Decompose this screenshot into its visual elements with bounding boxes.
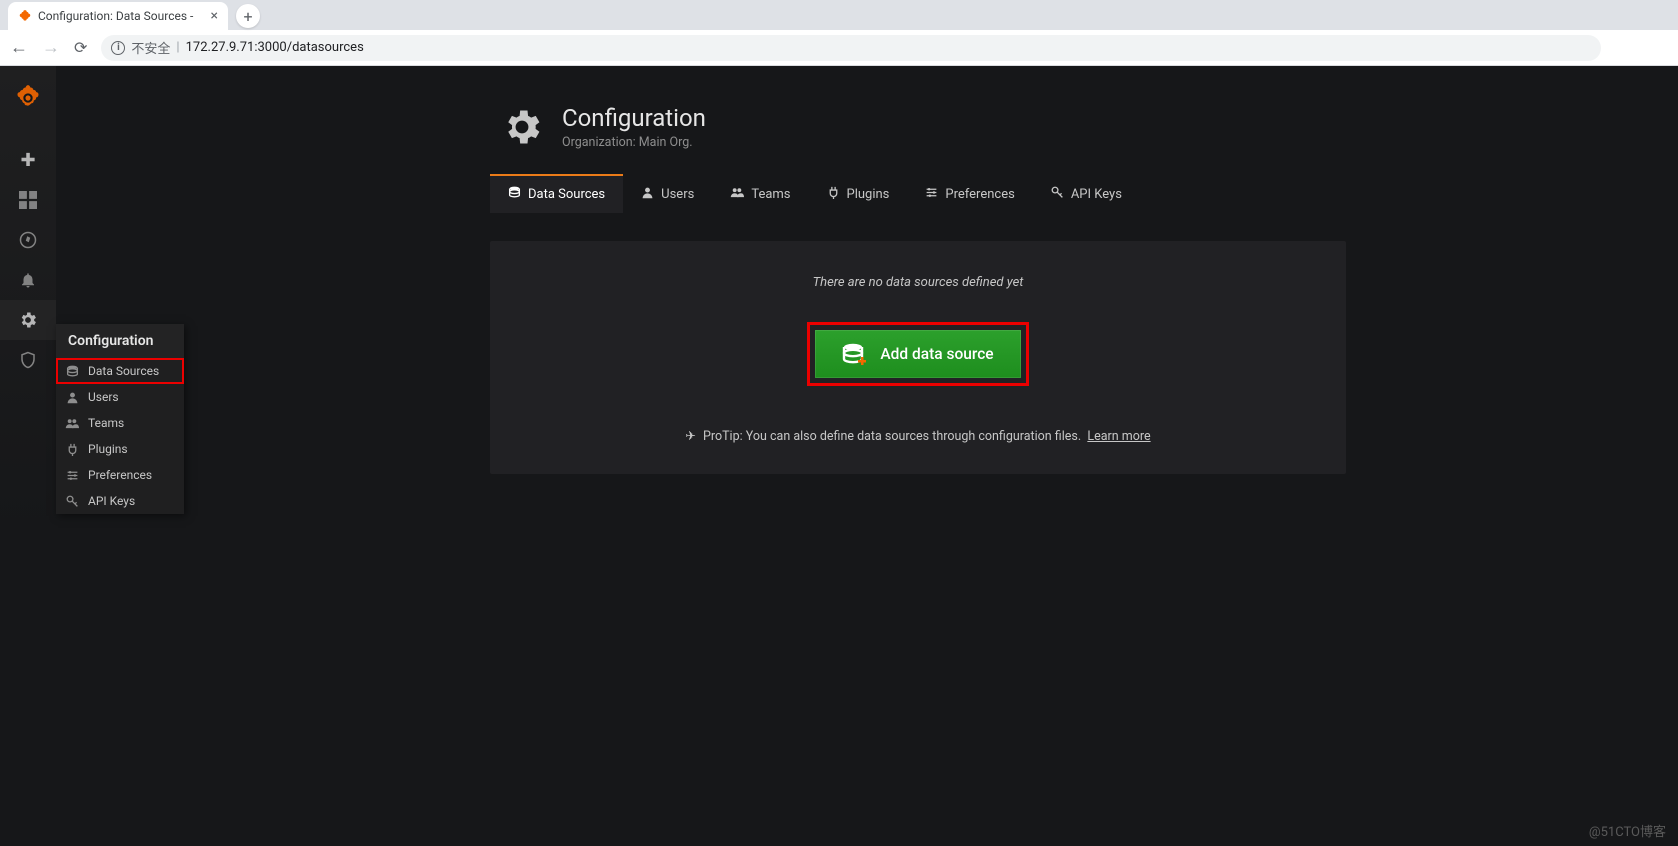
sidebar-server-admin[interactable] [0,340,56,380]
bell-icon [19,271,37,289]
tab-users[interactable]: Users [623,174,712,213]
sliders-icon [64,469,80,482]
popup-item-label: Plugins [88,442,128,456]
tab-preferences[interactable]: Preferences [907,174,1032,213]
users-icon [730,186,744,203]
learn-more-link[interactable]: Learn more [1087,429,1150,444]
gear-icon-large [500,105,544,149]
popup-header: Configuration [56,324,184,358]
popup-item-teams[interactable]: Teams [56,410,184,436]
sidebar: ✚ Configuration Data SourcesUsersTeamsPl… [0,66,56,846]
browser-tab[interactable]: Configuration: Data Sources - × [8,2,228,30]
compass-icon [19,231,37,249]
sidebar-dashboards[interactable] [0,180,56,220]
popup-item-data-sources[interactable]: Data Sources [56,358,184,384]
plug-icon [64,443,80,456]
security-label: 不安全 [131,38,170,57]
tab-teams[interactable]: Teams [712,174,808,213]
page-title: Configuration [562,104,706,132]
tab-data-sources[interactable]: Data Sources [490,174,623,213]
popup-item-label: Data Sources [88,364,159,378]
apps-icon [19,191,37,209]
popup-item-label: API Keys [88,494,135,508]
tab-label: Data Sources [528,187,605,202]
browser-tab-strip: Configuration: Data Sources - × + [0,0,1678,30]
rocket-icon: ✈ [685,429,695,444]
key-icon [64,495,80,508]
popup-item-preferences[interactable]: Preferences [56,462,184,488]
tab-label: Teams [751,187,790,202]
add-button-highlight: Add data source [807,322,1029,386]
database-icon [64,365,80,378]
tab-label: Preferences [945,187,1014,202]
browser-tab-title: Configuration: Data Sources - [38,9,193,23]
url-bar[interactable]: i 不安全 | 172.27.9.71:3000/datasources [101,35,1601,61]
grafana-logo[interactable] [0,74,56,122]
popup-item-label: Preferences [88,468,152,482]
reload-button[interactable]: ⟳ [74,38,87,57]
sidebar-explore[interactable] [0,220,56,260]
users-icon [64,417,80,430]
info-icon: i [111,41,125,55]
url-text: 172.27.9.71:3000/datasources [186,40,364,55]
close-tab-icon[interactable]: × [211,8,218,24]
add-button-label: Add data source [880,345,993,363]
database-plus-icon [842,343,866,365]
gear-icon [18,310,38,330]
plug-icon [827,186,840,203]
content-panel: There are no data sources defined yet Ad… [490,241,1346,474]
grafana-favicon [18,9,32,23]
tab-label: Users [661,187,694,202]
main-content: Configuration Organization: Main Org. Da… [56,66,1678,846]
add-data-source-button[interactable]: Add data source [815,330,1021,378]
shield-icon [19,351,37,369]
tabs-row: Data Sources Users Teams Plugins Preferences… [490,174,1678,213]
sliders-icon [925,186,938,203]
popup-item-api-keys[interactable]: API Keys [56,488,184,514]
database-icon [508,186,521,203]
plus-icon: ✚ [20,150,35,171]
sidebar-config-popup: Configuration Data Sources Users Teams Plug… [56,324,184,514]
tab-plugins[interactable]: Plugins [809,174,908,213]
popup-item-users[interactable]: Users [56,384,184,410]
user-icon [64,391,80,404]
page-header: Configuration Organization: Main Org. [56,66,1678,150]
protip: ✈ ProTip: You can also define data sourc… [520,428,1316,444]
browser-toolbar: ← → ⟳ i 不安全 | 172.27.9.71:3000/datasourc… [0,30,1678,66]
popup-item-plugins[interactable]: Plugins [56,436,184,462]
popup-item-label: Users [88,390,119,404]
tab-label: API Keys [1071,187,1122,202]
tab-api-keys[interactable]: API Keys [1033,174,1140,213]
empty-message: There are no data sources defined yet [520,271,1316,290]
popup-item-label: Teams [88,416,124,430]
new-tab-button[interactable]: + [236,4,260,28]
user-icon [641,186,654,203]
sidebar-alerting[interactable] [0,260,56,300]
forward-button[interactable]: → [42,37,60,58]
tab-label: Plugins [847,187,890,202]
protip-text: ProTip: You can also define data sources… [703,429,1081,444]
sidebar-create[interactable]: ✚ [0,140,56,180]
back-button[interactable]: ← [10,37,28,58]
key-icon [1051,186,1064,203]
watermark: @51CTO博客 [1589,821,1666,840]
sidebar-configuration[interactable] [0,300,56,340]
page-subtitle: Organization: Main Org. [562,135,706,150]
